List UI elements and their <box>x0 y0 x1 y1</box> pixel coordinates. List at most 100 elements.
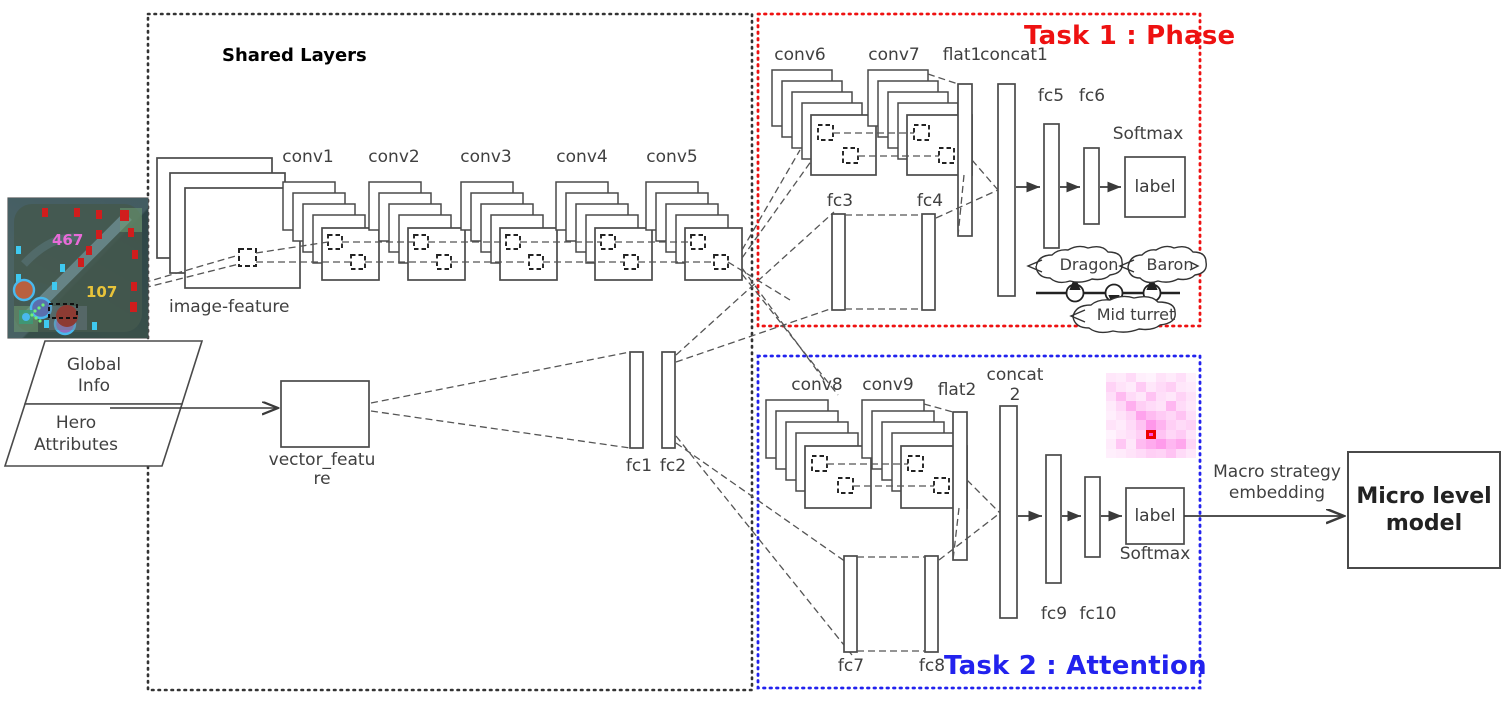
heatmap-cell <box>1186 420 1196 430</box>
conv-label-conv4: conv4 <box>556 147 608 167</box>
fc-label-fc5: fc5 <box>1037 86 1065 106</box>
heatmap-cell <box>1106 429 1116 440</box>
fc7-bar <box>843 555 858 653</box>
flat2-label: flat2 <box>937 380 977 400</box>
fc5-bar <box>1043 123 1060 249</box>
heatmap-cell <box>1166 429 1176 440</box>
heatmap-cell <box>1176 420 1186 430</box>
global-info-label-line2: Info <box>77 376 111 396</box>
heatmap-cell <box>1156 448 1166 458</box>
conv-label-conv9: conv9 <box>862 375 914 395</box>
heatmap-cell <box>1166 382 1176 392</box>
heatmap-cell <box>1176 410 1186 421</box>
heatmap-cell <box>1186 439 1196 449</box>
conv-stack-conv7 <box>867 69 973 176</box>
heatmap-cell <box>1136 410 1146 421</box>
concat1-bar <box>997 83 1016 297</box>
heatmap-cell <box>1136 429 1146 440</box>
fc6-bar <box>1083 147 1100 225</box>
fc10-bar <box>1084 476 1101 558</box>
svg-text:107: 107 <box>86 283 117 301</box>
conv-label-conv3: conv3 <box>460 147 512 167</box>
conv-label-conv6: conv6 <box>774 45 826 65</box>
conv-label-conv8: conv8 <box>791 375 843 395</box>
fc9-bar <box>1045 454 1062 584</box>
heatmap-cell <box>1176 373 1186 383</box>
micro-level-model-line2: model <box>1385 511 1463 536</box>
conv-label-conv7: conv7 <box>868 45 920 65</box>
heatmap-cell <box>1116 410 1126 421</box>
diagram-canvas: 467 107 Shared Layers Task 1 : Phase Tas… <box>0 0 1508 701</box>
hero-attributes-label-line1: Hero <box>55 413 97 433</box>
phase-bubble-mid-turret: Mid turret <box>1096 305 1176 324</box>
heatmap-cell <box>1116 391 1126 402</box>
heatmap-cell <box>1186 382 1196 392</box>
svg-text:467: 467 <box>52 231 83 249</box>
heatmap-cell <box>1146 448 1156 458</box>
shared-layers-title: Shared Layers <box>222 45 367 66</box>
heatmap-cell <box>1116 448 1126 458</box>
micro-level-model-text: Micro level model <box>1348 452 1500 568</box>
heatmap-cell <box>1176 382 1186 392</box>
fc2-bar <box>661 351 676 449</box>
conv-label-conv1: conv1 <box>282 147 334 167</box>
fc-label-fc8: fc8 <box>918 656 946 676</box>
heatmap-cell <box>1156 401 1166 411</box>
heatmap-cell <box>1156 391 1166 402</box>
heatmap-cell <box>1106 391 1116 402</box>
heatmap-cell <box>1186 429 1196 440</box>
conv-stack-conv3 <box>460 181 558 281</box>
image-feature-label: image-feature <box>169 297 290 317</box>
heatmap-cell <box>1116 382 1126 392</box>
heatmap-cell <box>1146 401 1156 411</box>
heatmap-cell <box>1126 448 1136 458</box>
game-minimap: 467 107 <box>8 198 148 338</box>
heatmap-cell <box>1116 429 1126 440</box>
link-vector-to-fc1 <box>370 351 631 449</box>
heatmap-cell <box>1186 410 1196 421</box>
heatmap-cell <box>1146 439 1156 449</box>
fc-label-fc4: fc4 <box>916 191 944 211</box>
heatmap-cell <box>1156 382 1166 392</box>
conv-stack-conv4 <box>555 181 653 281</box>
conv-label-conv2: conv2 <box>368 147 420 167</box>
heatmap-cell <box>1166 448 1176 458</box>
heatmap-cell <box>1126 382 1136 392</box>
heatmap-cell <box>1166 373 1176 383</box>
heatmap-cell <box>1116 401 1126 411</box>
heatmap-cell <box>1166 420 1176 430</box>
fc4-bar <box>921 213 936 311</box>
heatmap-cell <box>1126 373 1136 383</box>
link-fc7-fc8 <box>857 556 925 652</box>
heatmap-cell <box>1116 373 1126 383</box>
heatmap-cell <box>1186 401 1196 411</box>
fc-label-fc7: fc7 <box>837 656 865 676</box>
heatmap-cell <box>1106 420 1116 430</box>
fc-label-fc6: fc6 <box>1078 86 1106 106</box>
heatmap-cell <box>1116 439 1126 449</box>
heatmap-cell <box>1106 448 1116 458</box>
heatmap-cell <box>1186 448 1196 458</box>
heatmap-cell <box>1106 373 1116 383</box>
heatmap-cell <box>1176 448 1186 458</box>
flat1-label: flat1 <box>942 45 982 65</box>
heatmap-cell <box>1136 391 1146 402</box>
macro-strategy-embedding-line1: Macro strategy <box>1213 462 1341 482</box>
fc-label-fc1: fc1 <box>625 456 653 476</box>
task1-title: Task 1 : Phase <box>1024 21 1236 51</box>
fc3-bar <box>831 213 846 311</box>
micro-level-model-line1: Micro level <box>1356 483 1492 509</box>
hero-attributes-label-line2: Attributes <box>34 435 118 455</box>
task2-label-box-text: label <box>1134 506 1176 526</box>
concat1-label: concat1 <box>980 45 1048 65</box>
phase-bubble-baron: Baron <box>1146 255 1194 274</box>
conv-label-conv5: conv5 <box>646 147 698 167</box>
heatmap-cell <box>1106 382 1116 392</box>
conv-stack-conv2 <box>368 181 466 281</box>
task1-softmax-label: Softmax <box>1112 124 1184 144</box>
heatmap-cell <box>1166 391 1176 402</box>
heatmap-cell <box>1136 448 1146 458</box>
global-info-label-line1: Global <box>66 355 122 375</box>
heatmap-cell <box>1136 382 1146 392</box>
task2-softmax-label: Softmax <box>1119 544 1191 564</box>
